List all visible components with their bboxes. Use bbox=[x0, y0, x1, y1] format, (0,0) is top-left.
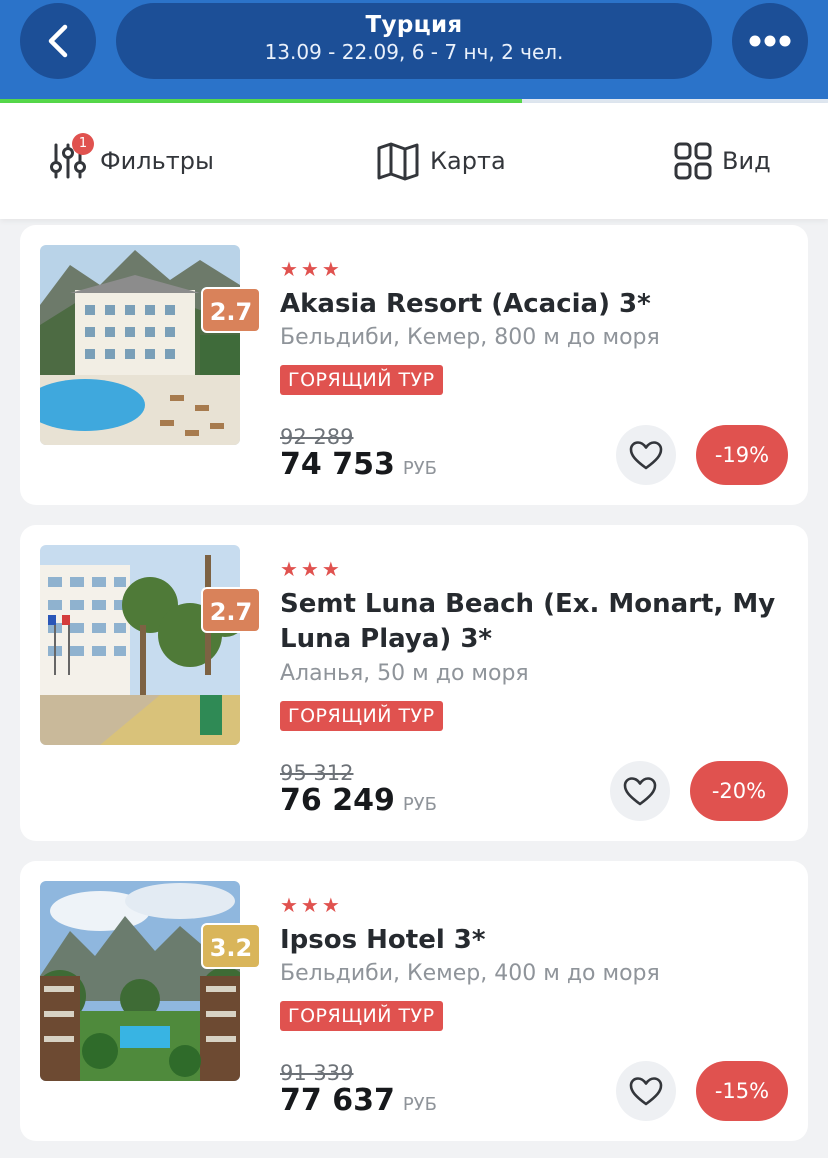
rating-badge: 3.2 bbox=[201, 923, 261, 969]
view-button[interactable]: Вид bbox=[674, 141, 771, 181]
old-price: 92 289 bbox=[280, 425, 354, 449]
rating-badge: 2.7 bbox=[201, 287, 261, 333]
price: 76 249 РУБ bbox=[280, 783, 437, 818]
discount-badge: -15% bbox=[696, 1061, 788, 1121]
hotel-name[interactable]: Akasia Resort (Acacia) 3* bbox=[280, 287, 780, 322]
more-dots-icon bbox=[749, 35, 791, 47]
hotel-location: Бельдиби, Кемер, 800 м до моря bbox=[280, 325, 660, 350]
filters-button[interactable]: 1 Фильтры bbox=[48, 133, 214, 181]
favorite-button[interactable] bbox=[610, 761, 670, 821]
hotel-card[interactable]: 2.7 ★★★ Semt Luna Beach (Ex. Monart, My … bbox=[20, 525, 808, 841]
hotel-name[interactable]: Ipsos Hotel 3* bbox=[280, 923, 780, 958]
more-button[interactable] bbox=[732, 3, 808, 79]
filters-count-badge: 1 bbox=[72, 133, 94, 155]
rating-badge: 2.7 bbox=[201, 587, 261, 633]
filters-label: Фильтры bbox=[100, 147, 214, 175]
hotel-card[interactable]: 3.2 ★★★ Ipsos Hotel 3* Бельдиби, Кемер, … bbox=[20, 861, 808, 1141]
price: 74 753 РУБ bbox=[280, 447, 437, 482]
grid-view-icon bbox=[674, 142, 712, 180]
price: 77 637 РУБ bbox=[280, 1083, 437, 1118]
map-label: Карта bbox=[430, 147, 506, 175]
chevron-left-icon bbox=[48, 24, 68, 58]
price-value: 74 753 bbox=[280, 447, 395, 482]
search-summary-button[interactable]: Турция 13.09 - 22.09, 6 - 7 нч, 2 чел. bbox=[116, 3, 712, 79]
currency: РУБ bbox=[402, 794, 437, 815]
destination-title: Турция bbox=[365, 12, 463, 38]
view-label: Вид bbox=[722, 147, 771, 175]
favorite-button[interactable] bbox=[616, 425, 676, 485]
discount-badge: -19% bbox=[696, 425, 788, 485]
heart-icon bbox=[629, 441, 663, 470]
hot-tour-tag: ГОРЯЩИЙ ТУР bbox=[280, 701, 443, 731]
hot-tour-tag: ГОРЯЩИЙ ТУР bbox=[280, 365, 443, 395]
star-rating: ★★★ bbox=[280, 257, 343, 281]
map-button[interactable]: Карта bbox=[376, 141, 506, 181]
hotel-card[interactable]: 2.7 ★★★ Akasia Resort (Acacia) 3* Бельди… bbox=[20, 225, 808, 505]
hotel-photo[interactable] bbox=[40, 545, 240, 745]
heart-icon bbox=[623, 777, 657, 806]
currency: РУБ bbox=[402, 458, 437, 479]
map-icon bbox=[377, 142, 419, 181]
toolbar: 1 Фильтры Карта Вид bbox=[0, 103, 828, 219]
hotel-name[interactable]: Semt Luna Beach (Ex. Monart, My Luna Pla… bbox=[280, 587, 780, 657]
hotel-location: Аланья, 50 м до моря bbox=[280, 661, 529, 686]
old-price: 95 312 bbox=[280, 761, 354, 785]
price-value: 76 249 bbox=[280, 783, 395, 818]
heart-icon bbox=[629, 1077, 663, 1106]
back-button[interactable] bbox=[20, 3, 96, 79]
discount-badge: -20% bbox=[690, 761, 788, 821]
currency: РУБ bbox=[402, 1094, 437, 1115]
star-rating: ★★★ bbox=[280, 893, 343, 917]
star-rating: ★★★ bbox=[280, 557, 343, 581]
price-value: 77 637 bbox=[280, 1083, 395, 1118]
search-details: 13.09 - 22.09, 6 - 7 нч, 2 чел. bbox=[264, 40, 564, 64]
hotel-photo[interactable] bbox=[40, 881, 240, 1081]
favorite-button[interactable] bbox=[616, 1061, 676, 1121]
hotel-photo[interactable] bbox=[40, 245, 240, 445]
old-price: 91 339 bbox=[280, 1061, 354, 1085]
hotel-location: Бельдиби, Кемер, 400 м до моря bbox=[280, 961, 660, 986]
top-bar: Турция 13.09 - 22.09, 6 - 7 нч, 2 чел. bbox=[0, 0, 828, 103]
hot-tour-tag: ГОРЯЩИЙ ТУР bbox=[280, 1001, 443, 1031]
